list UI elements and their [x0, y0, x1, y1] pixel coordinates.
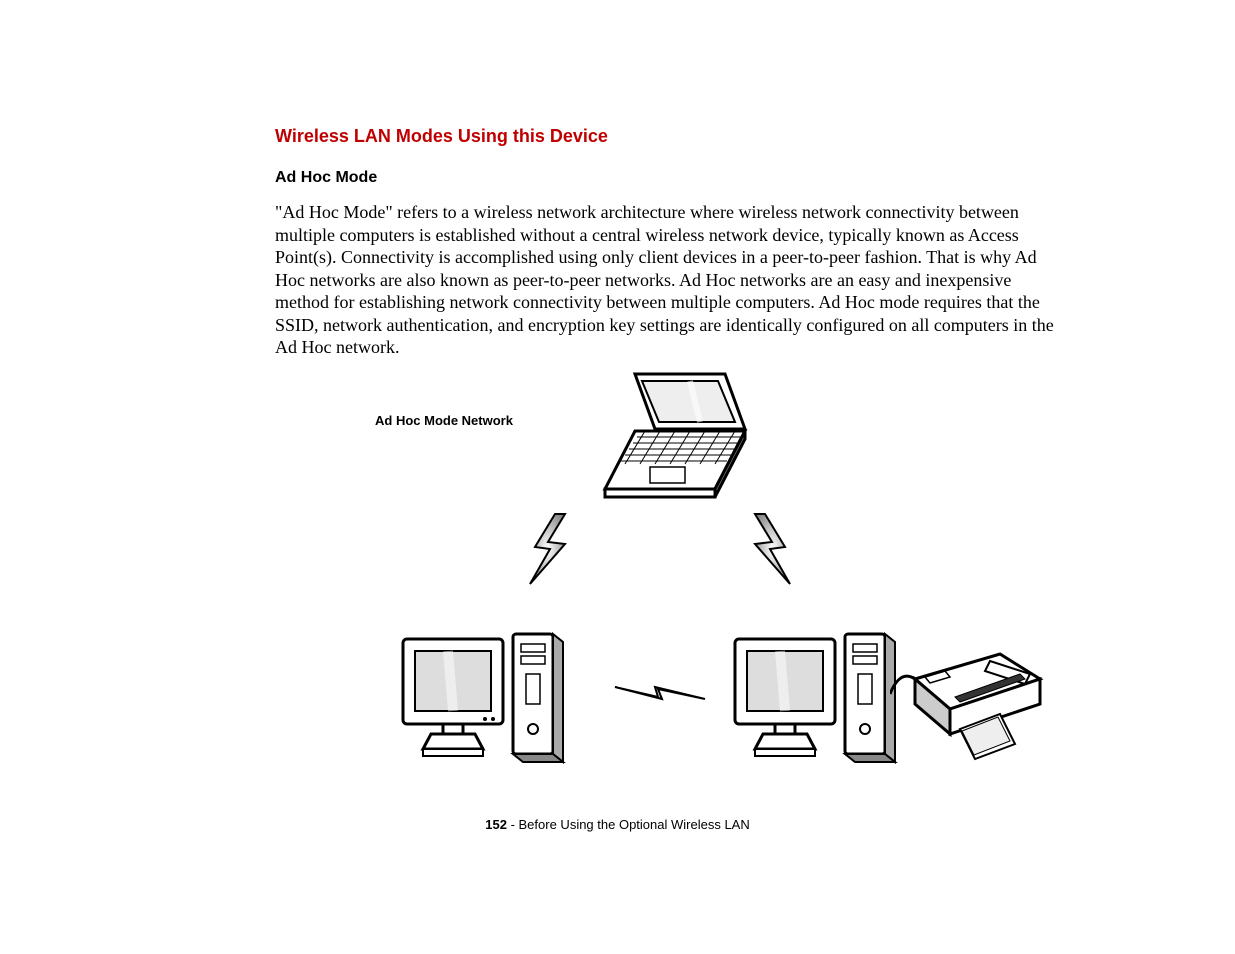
- diagram-adhoc-network: Ad Hoc Mode Network: [335, 369, 1035, 789]
- laptop-icon: [595, 369, 755, 509]
- chapter-title: Before Using the Optional Wireless LAN: [519, 817, 750, 832]
- footer-separator: -: [507, 817, 519, 832]
- page-footer: 152 - Before Using the Optional Wireless…: [0, 817, 1235, 832]
- body-paragraph: "Ad Hoc Mode" refers to a wireless netwo…: [275, 201, 1060, 359]
- desktop-icon: [725, 624, 905, 774]
- subsection-title: Ad Hoc Mode: [275, 169, 1060, 187]
- desktop-icon: [393, 624, 573, 774]
- wireless-bolt-icon: [730, 509, 810, 589]
- section-title: Wireless LAN Modes Using this Device: [275, 126, 1060, 147]
- printer-icon: [890, 639, 1050, 769]
- diagram-label: Ad Hoc Mode Network: [375, 413, 513, 428]
- page-number: 152: [485, 817, 507, 832]
- wireless-bolt-icon: [510, 509, 590, 589]
- page-content: Wireless LAN Modes Using this Device Ad …: [275, 126, 1060, 789]
- wireless-bolt-icon: [610, 669, 710, 719]
